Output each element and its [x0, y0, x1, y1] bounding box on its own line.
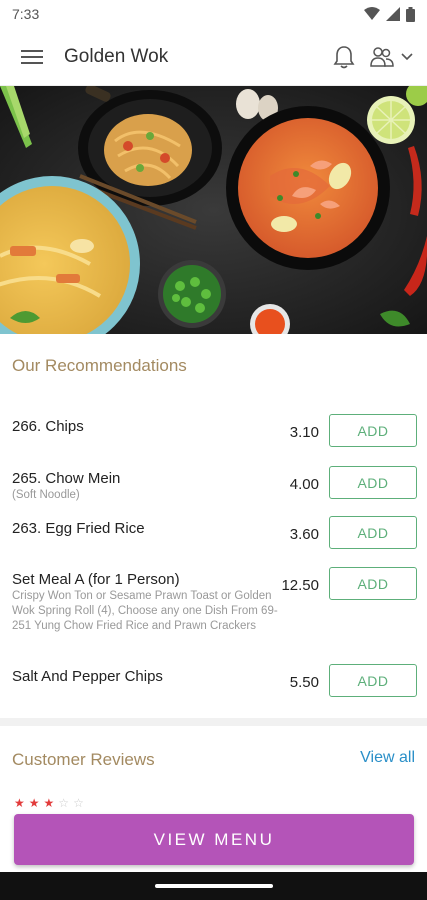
section-divider	[0, 718, 427, 726]
recommendations-title: Our Recommendations	[12, 356, 187, 375]
account-menu-button[interactable]	[369, 46, 413, 68]
reviews-section: Customer Reviews View all ★★★☆☆	[0, 726, 427, 826]
app-bar: Golden Wok	[0, 28, 427, 86]
rating-stars: ★★★☆☆	[14, 796, 88, 810]
item-price: 5.50	[289, 674, 319, 691]
chevron-down-icon	[401, 52, 413, 60]
notifications-button[interactable]	[333, 45, 355, 69]
reviews-title: Customer Reviews	[12, 750, 155, 769]
view-all-link[interactable]: View all	[360, 749, 415, 767]
item-name: Set Meal A (for 1 Person)	[12, 571, 180, 588]
navigation-bar	[0, 872, 427, 900]
item-price: 3.60	[289, 526, 319, 543]
status-time: 7:33	[12, 6, 40, 22]
wifi-icon	[364, 7, 380, 20]
item-name: 263. Egg Fried Rice	[12, 520, 145, 537]
restaurant-title: Golden Wok	[64, 45, 169, 67]
home-handle[interactable]	[154, 884, 273, 888]
star-icon: ☆	[58, 796, 74, 810]
hamburger-icon	[21, 49, 43, 64]
item-price: 4.00	[289, 476, 319, 493]
battery-icon	[406, 6, 415, 22]
menu-button[interactable]	[14, 39, 50, 75]
users-icon	[370, 46, 394, 67]
item-description: Crispy Won Ton or Sesame Prawn Toast or …	[12, 590, 278, 632]
add-button[interactable]: ADD	[329, 414, 417, 447]
item-price: 3.10	[289, 424, 319, 441]
status-bar: 7:33	[0, 0, 427, 28]
add-button[interactable]: ADD	[329, 466, 417, 499]
hero-food-image	[0, 86, 427, 334]
bell-icon	[333, 45, 355, 68]
item-price: 12.50	[281, 577, 319, 594]
item-name: 266. Chips	[12, 418, 84, 435]
item-name: 265. Chow Mein	[12, 470, 121, 487]
star-icon: ☆	[73, 796, 88, 810]
add-button[interactable]: ADD	[329, 516, 417, 549]
item-description: (Soft Noodle)	[12, 489, 80, 501]
add-button[interactable]: ADD	[329, 664, 417, 697]
star-icon: ★	[14, 796, 29, 810]
add-button[interactable]: ADD	[329, 567, 417, 600]
star-icon: ★	[43, 796, 59, 810]
recommendations-section: Our Recommendations 266. Chips 3.10 ADD …	[0, 334, 427, 718]
view-menu-button[interactable]: VIEW MENU	[14, 814, 414, 865]
item-name: Salt And Pepper Chips	[12, 668, 163, 685]
star-icon: ★	[28, 796, 44, 810]
signal-icon	[386, 7, 400, 21]
